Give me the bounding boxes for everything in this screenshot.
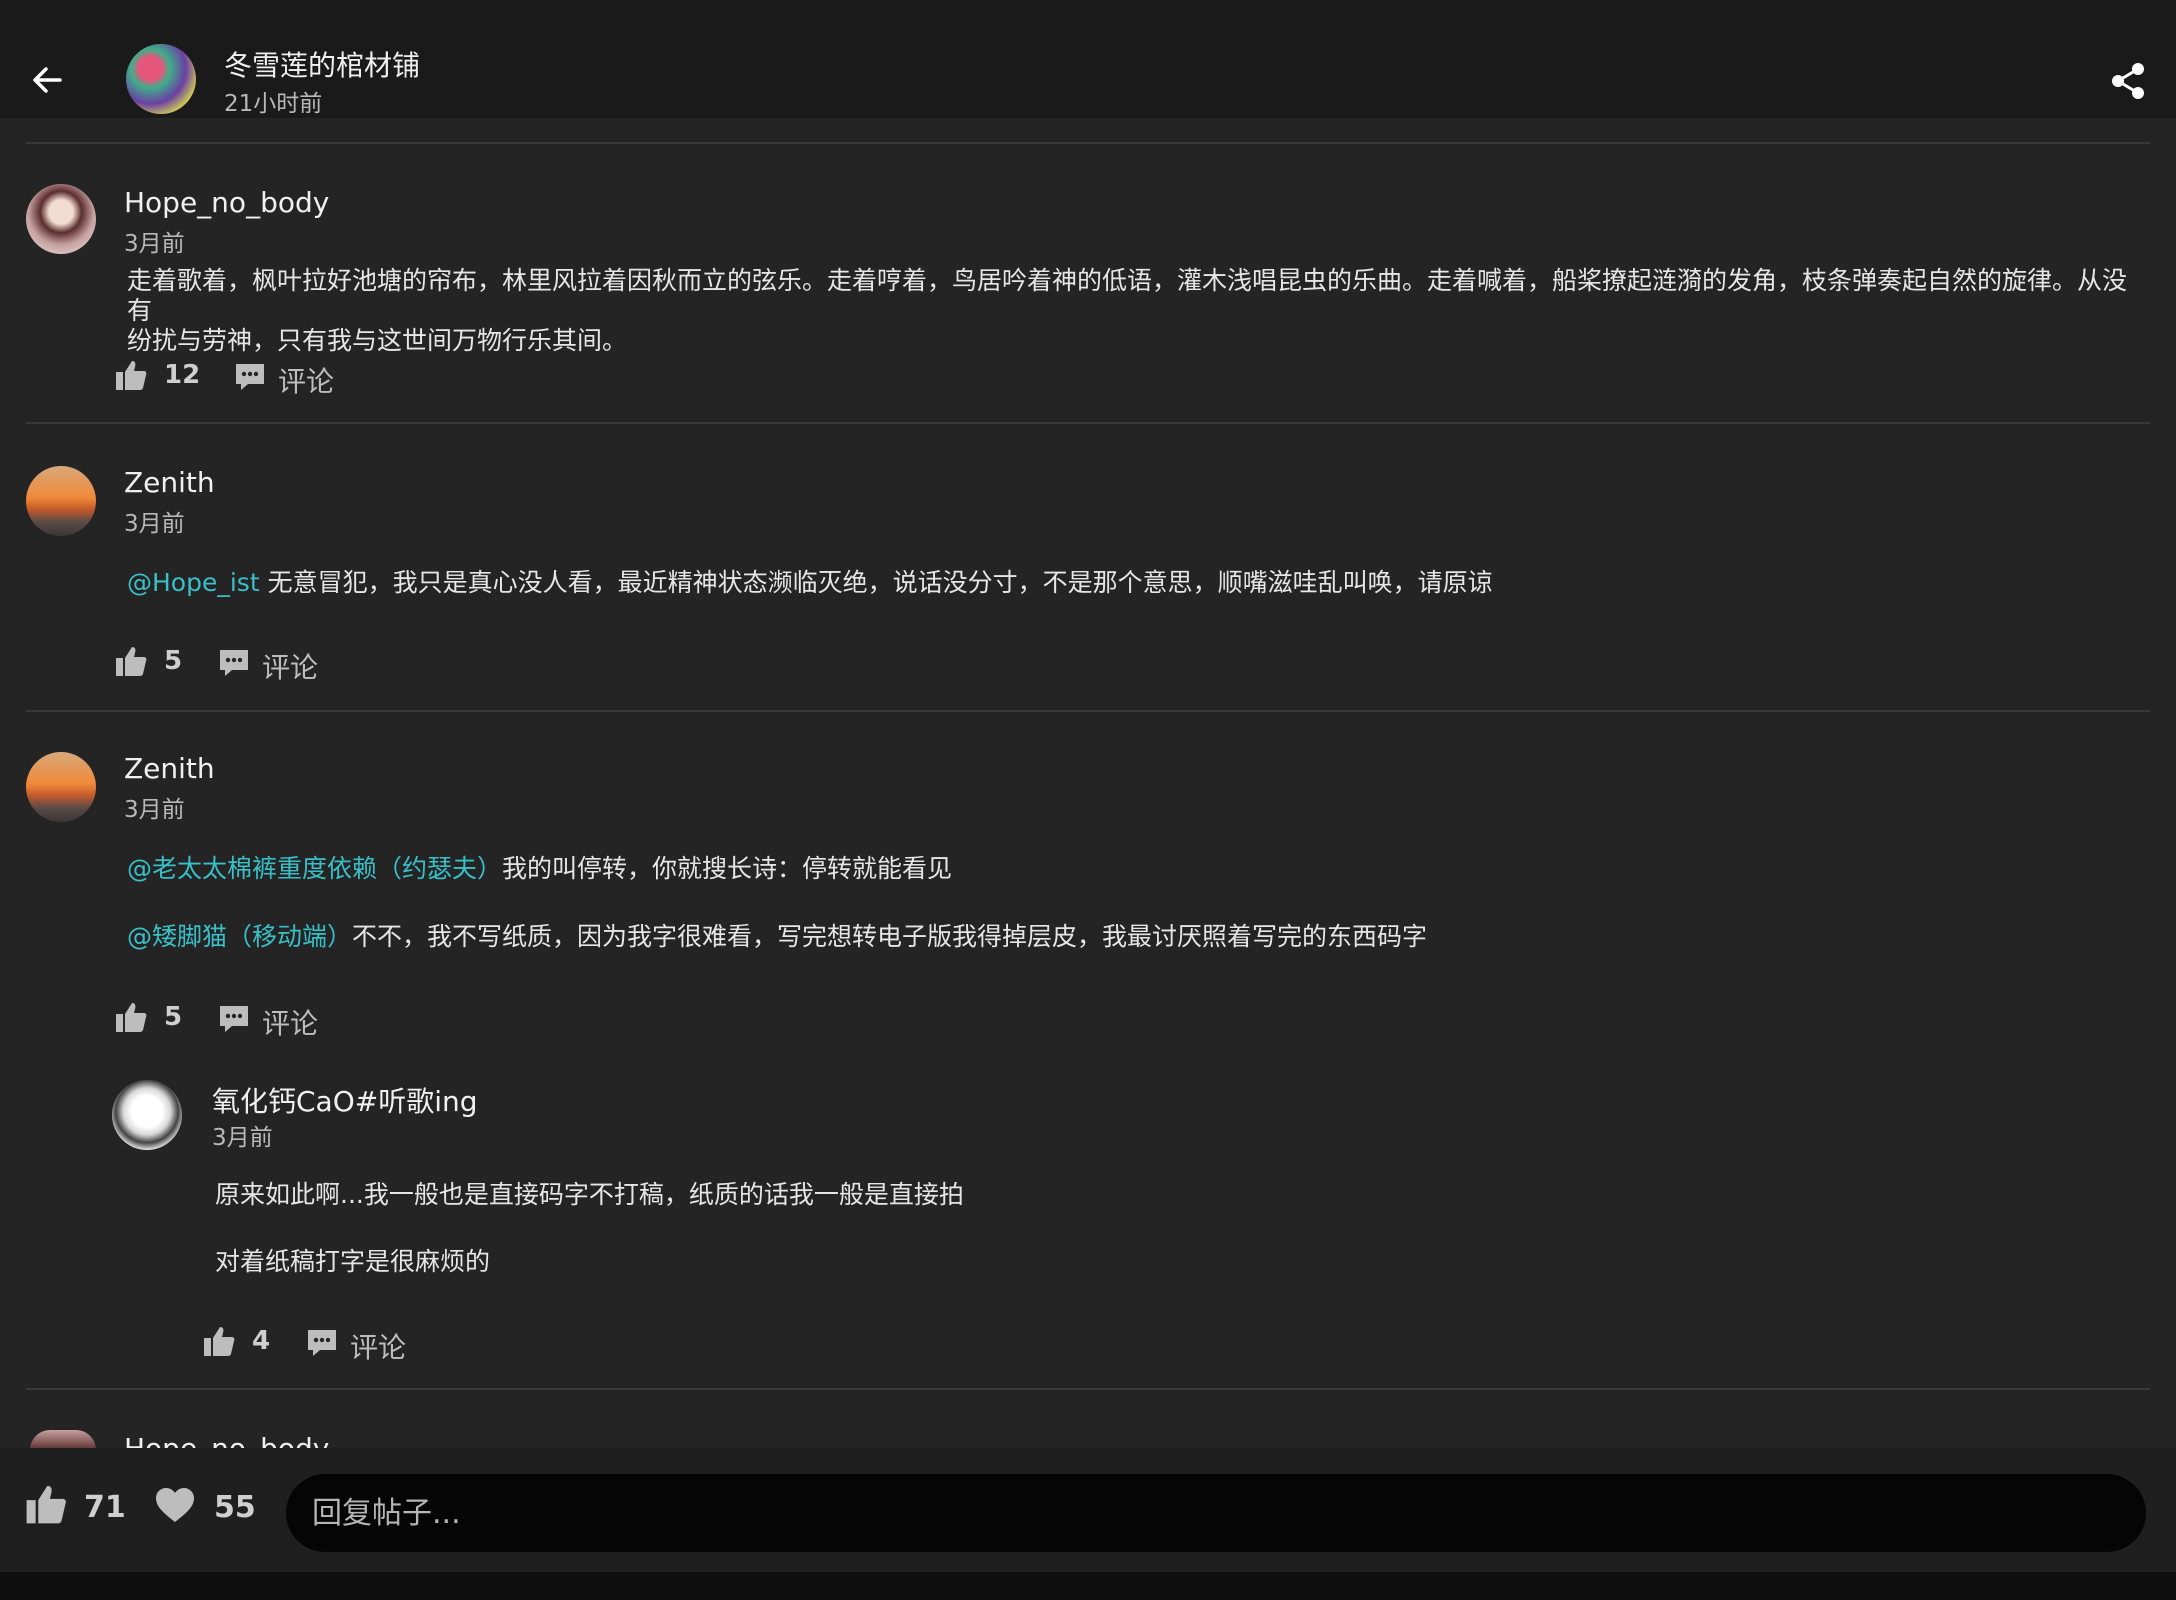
back-arrow-icon[interactable] [30,62,66,98]
favorite-count: 55 [214,1490,256,1525]
comment-button[interactable]: 评论 [350,1326,406,1366]
comment-line: 走着歌着，枫叶拉好池塘的帘布，林里风拉着因秋而立的弦乐。走着哼着，鸟居吟着神的低… [127,266,2128,325]
post-like-count: 71 [84,1490,126,1525]
user-avatar[interactable] [26,752,96,822]
comment-button[interactable]: 评论 [278,360,334,400]
author-avatar[interactable] [126,44,196,114]
comment-time: 3月前 [124,231,185,257]
comment-bubble-icon[interactable] [218,648,250,678]
comment-body: 无意冒犯，我只是真心没人看，最近精神状态濒临灭绝，说话没分寸，不是那个意思，顺嘴… [259,568,1493,597]
username[interactable]: Hope_no_body [124,1432,329,1448]
heart-icon[interactable] [154,1486,196,1524]
comment-time: 3月前 [212,1125,273,1151]
comment-line: 纷扰与劳神，只有我与这世间万物行乐其间。 [127,326,628,355]
share-icon[interactable] [2110,62,2146,100]
user-avatar[interactable] [30,1430,96,1450]
comment-text: @Hope_ist 无意冒犯，我只是真心没人看，最近精神状态濒临灭绝，说话没分寸… [127,568,2127,598]
comment-text: 走着歌着，枫叶拉好池塘的帘布，林里风拉着因秋而立的弦乐。走着哼着，鸟居吟着神的低… [127,266,2127,356]
like-count: 4 [252,1326,271,1356]
reply-paragraph: 原来如此啊...我一般也是直接码字不打稿，纸质的话我一般是直接拍 [215,1180,964,1209]
like-count: 12 [164,360,201,390]
divider [26,142,2150,144]
user-avatar[interactable] [26,184,96,254]
thumbs-up-icon[interactable] [114,358,148,392]
comment-body: 我的叫停转，你就搜长诗：停转就能看见 [502,854,953,883]
user-mention-link[interactable]: @老太太棉裤重度依赖（约瑟夫） [127,854,502,883]
comment-body: 不不，我不写纸质，因为我字很难看，写完想转电子版我得掉层皮，我最讨厌照着写完的东… [352,922,1428,951]
divider [26,1388,2150,1390]
comment-paragraph: @老太太棉裤重度依赖（约瑟夫）我的叫停转，你就搜长诗：停转就能看见 [127,854,952,884]
comment-time: 3月前 [124,797,185,823]
comment-button[interactable]: 评论 [262,646,318,686]
system-nav-strip [0,1572,2176,1600]
divider [26,710,2150,712]
thumbs-up-icon[interactable] [114,644,148,678]
username[interactable]: 氧化钙CaO#听歌ing [212,1080,478,1120]
username[interactable]: Zenith [124,752,215,785]
thumbs-up-icon[interactable] [114,1000,148,1034]
comment-bubble-icon[interactable] [306,1328,338,1358]
thumbs-up-icon[interactable] [24,1482,68,1526]
thumbs-up-icon[interactable] [202,1324,236,1358]
divider [26,422,2150,424]
username[interactable]: Hope_no_body [124,186,329,219]
top-bar: 冬雪莲的棺材铺 21小时前 [0,0,2176,118]
comment-paragraph: @矮脚猫（移动端）不不，我不写纸质，因为我字很难看，写完想转电子版我得掉层皮，我… [127,922,1427,952]
comment-bubble-icon[interactable] [234,362,266,392]
like-count: 5 [164,1002,183,1032]
reply-input[interactable] [286,1474,2146,1552]
post-title[interactable]: 冬雪莲的棺材铺 [224,44,420,84]
comment-time: 3月前 [124,511,185,537]
user-mention-link[interactable]: @Hope_ist [127,568,260,597]
post-time: 21小时前 [224,91,323,117]
user-mention-link[interactable]: @矮脚猫（移动端） [127,922,352,951]
reply-paragraph: 对着纸稿打字是很麻烦的 [215,1247,491,1276]
comment-button[interactable]: 评论 [262,1002,318,1042]
like-count: 5 [164,646,183,676]
username[interactable]: Zenith [124,466,215,499]
user-avatar[interactable] [26,466,96,536]
comment-bubble-icon[interactable] [218,1004,250,1034]
user-avatar[interactable] [112,1080,182,1150]
